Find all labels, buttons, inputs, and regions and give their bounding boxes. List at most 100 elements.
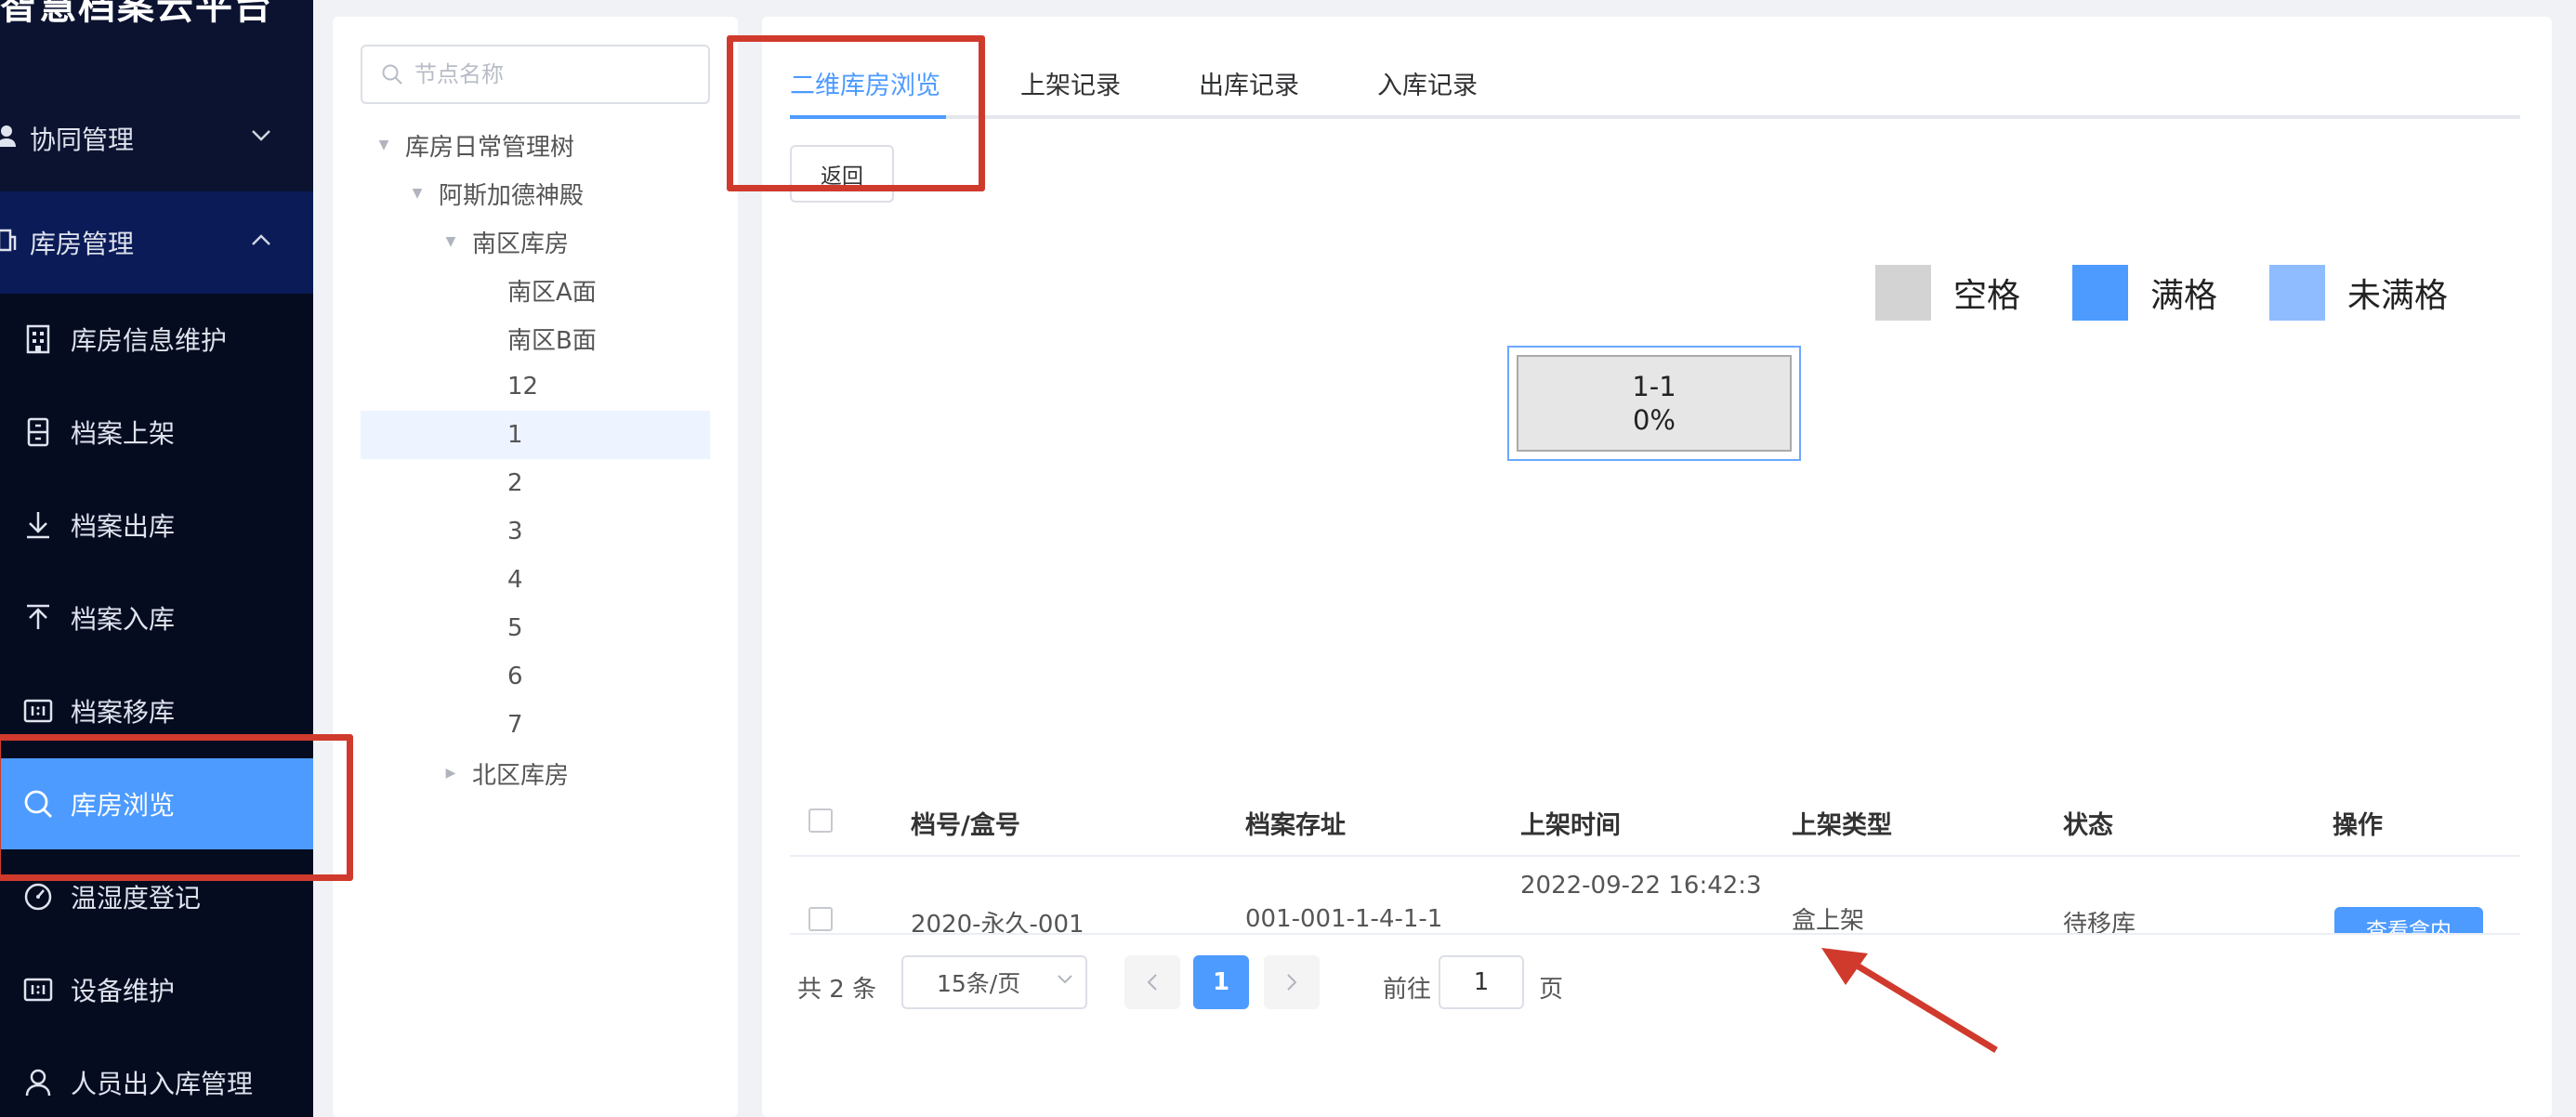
page-size-value: 15条/页 bbox=[937, 970, 1021, 997]
tree-node[interactable]: ▼ 库房日常管理树 bbox=[370, 121, 719, 169]
sidebar-item-archive-inbound[interactable]: 档案入库 bbox=[0, 572, 313, 664]
device-icon bbox=[22, 974, 54, 1005]
cell-name: 1-1 bbox=[1632, 370, 1676, 402]
tree-node[interactable]: 7 bbox=[507, 701, 719, 749]
tree-node-label: 4 bbox=[507, 566, 523, 594]
user-icon bbox=[22, 1067, 54, 1098]
tab-outbound-records[interactable]: 出库记录 bbox=[1199, 65, 1299, 101]
goto-page-input[interactable] bbox=[1439, 955, 1524, 1009]
table-header: 档号/盒号 档案存址 上架时间 上架类型 状态 操作 bbox=[790, 782, 2520, 857]
caret-down-icon: ▼ bbox=[412, 186, 423, 201]
pagination-total: 共 2 条 bbox=[797, 976, 877, 1004]
tree-node-label: 库房日常管理树 bbox=[405, 133, 575, 162]
upload-icon bbox=[22, 602, 54, 634]
tree-node[interactable]: ▼ 阿斯加德神殿 bbox=[403, 169, 719, 217]
goto-suffix: 页 bbox=[1539, 976, 1564, 1004]
cell-location: 001-001-1-4-1-1 bbox=[1245, 905, 1443, 933]
tree-node[interactable]: 5 bbox=[507, 604, 719, 652]
legend-swatch-empty bbox=[1875, 265, 1931, 321]
chevron-down-icon bbox=[251, 125, 271, 148]
tree-node[interactable]: 2 bbox=[507, 459, 719, 507]
goto-prefix: 前往 bbox=[1383, 976, 1432, 1004]
menu-group-label: 协同管理 bbox=[30, 125, 135, 155]
sidebar-item-label: 档案出库 bbox=[71, 511, 176, 542]
sidebar-item-label: 库房信息维护 bbox=[71, 325, 228, 356]
annotation-highlight-sidebar bbox=[0, 734, 353, 881]
page-number-button[interactable]: 1 bbox=[1193, 955, 1249, 1009]
node-name-search-input[interactable] bbox=[414, 61, 693, 87]
tree-node[interactable]: ▶ 北区库房 bbox=[437, 749, 719, 797]
legend-label: 满格 bbox=[2150, 277, 2218, 315]
sidebar-item-label: 档案上架 bbox=[71, 418, 176, 449]
chevron-left-icon bbox=[1147, 974, 1157, 991]
column-header: 上架类型 bbox=[1792, 811, 1892, 840]
tree-node[interactable]: 3 bbox=[507, 507, 719, 556]
storage-cell[interactable]: 1-1 0% bbox=[1517, 355, 1792, 452]
next-page-button[interactable] bbox=[1264, 955, 1320, 1009]
user-icon bbox=[0, 124, 17, 154]
tree-node-label: 5 bbox=[507, 614, 523, 642]
menu-group-label: 库房管理 bbox=[30, 229, 135, 259]
tree-node[interactable]: 12 bbox=[507, 362, 719, 411]
tree-node-label: 3 bbox=[507, 518, 523, 545]
cabinet-icon bbox=[22, 416, 54, 448]
cell-shelving-type: 盒上架 bbox=[1792, 907, 1865, 935]
tree-node-selected[interactable]: 1 bbox=[361, 411, 710, 459]
sidebar-item-label: 档案入库 bbox=[71, 604, 176, 635]
cell-shelving-time: 2022-09-22 16:42:3 bbox=[1520, 872, 1762, 900]
sidebar: 智慧档案云平台 协同管理 库房管理 库房信息维护 档案上架 档案出库 档案入库 … bbox=[0, 0, 313, 1117]
building-icon bbox=[22, 323, 54, 355]
tab-bar: 二维库房浏览 上架记录 出库记录 入库记录 bbox=[790, 45, 2520, 119]
tree-node-label: 南区库房 bbox=[472, 230, 570, 258]
download-icon bbox=[22, 509, 54, 541]
menu-group-warehouse[interactable]: 库房管理 bbox=[0, 191, 313, 294]
tree-node-label: 阿斯加德神殿 bbox=[439, 181, 585, 210]
column-header: 档案存址 bbox=[1245, 811, 1346, 840]
tree-node-label: 7 bbox=[507, 711, 523, 739]
annotation-highlight-tab bbox=[727, 35, 985, 191]
sidebar-item-device-maintenance[interactable]: 设备维护 bbox=[0, 944, 313, 1035]
storage-cell-selected[interactable]: 1-1 0% bbox=[1507, 346, 1801, 461]
tab-inbound-records[interactable]: 入库记录 bbox=[1377, 65, 1478, 101]
table-body: 2020-永久-001 001-001-1-4-1-1 2022-09-22 1… bbox=[790, 857, 2520, 935]
select-all-checkbox[interactable] bbox=[808, 808, 833, 833]
menu-group-collaboration[interactable]: 协同管理 bbox=[0, 87, 313, 190]
legend-swatch-full bbox=[2072, 265, 2128, 321]
sidebar-item-archive-shelving[interactable]: 档案上架 bbox=[0, 387, 313, 478]
sidebar-item-personnel-access[interactable]: 人员出入库管理 bbox=[0, 1037, 313, 1117]
tree-node-label: 北区库房 bbox=[472, 761, 570, 790]
prev-page-button[interactable] bbox=[1124, 955, 1180, 1009]
view-box-contents-button[interactable]: 查看盒内 bbox=[2334, 907, 2483, 933]
tree-node[interactable]: 南区A面 bbox=[507, 266, 719, 314]
column-header: 上架时间 bbox=[1520, 811, 1621, 840]
sidebar-item-archive-outbound[interactable]: 档案出库 bbox=[0, 480, 313, 571]
chevron-right-icon bbox=[1287, 974, 1297, 991]
gauge-icon bbox=[22, 881, 54, 913]
tree-node[interactable]: 4 bbox=[507, 556, 719, 604]
sidebar-item-label: 设备维护 bbox=[71, 976, 176, 1006]
chevron-down-icon bbox=[1058, 970, 1072, 988]
row-checkbox[interactable] bbox=[808, 907, 833, 931]
tree-node-label: 2 bbox=[507, 469, 523, 497]
tree-node-label: 南区B面 bbox=[507, 326, 597, 355]
chevron-up-icon bbox=[251, 229, 271, 252]
sidebar-item-label: 温湿度登记 bbox=[71, 883, 202, 913]
search-icon bbox=[381, 63, 403, 85]
tree-node[interactable]: 南区B面 bbox=[507, 314, 719, 362]
tree-search[interactable] bbox=[361, 45, 710, 104]
main-panel: 二维库房浏览 上架记录 出库记录 入库记录 返回 空格 满格 未满格 1-1 0… bbox=[762, 17, 2552, 1117]
column-header: 操作 bbox=[2333, 811, 2383, 840]
cell-archive-number: 2020-永久-001 bbox=[911, 911, 1084, 935]
tree-node-label: 6 bbox=[507, 663, 523, 690]
page-size-select[interactable]: 15条/页 bbox=[901, 955, 1087, 1009]
tree-node-label: 南区A面 bbox=[507, 278, 597, 307]
legend-full: 满格 bbox=[2072, 264, 2217, 322]
tab-shelving-records[interactable]: 上架记录 bbox=[1020, 65, 1121, 101]
building-icon bbox=[0, 228, 17, 258]
tree-node[interactable]: 6 bbox=[507, 652, 719, 701]
sidebar-item-label: 人员出入库管理 bbox=[71, 1069, 254, 1099]
tree-node[interactable]: ▼ 南区库房 bbox=[437, 217, 719, 266]
annotation-arrow bbox=[1821, 948, 1998, 1053]
legend-label: 未满格 bbox=[2347, 277, 2449, 315]
sidebar-item-warehouse-info[interactable]: 库房信息维护 bbox=[0, 294, 313, 385]
